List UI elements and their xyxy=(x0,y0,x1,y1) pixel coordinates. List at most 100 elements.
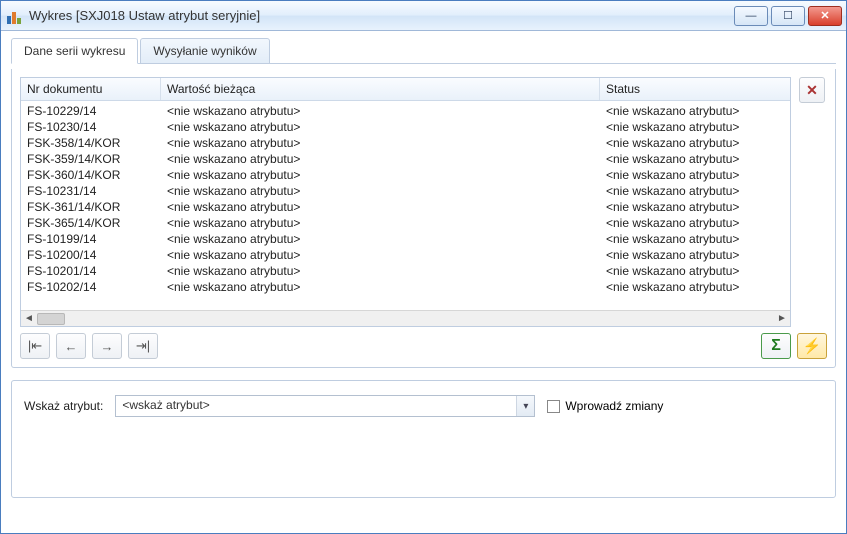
cell-val: <nie wskazano atrybutu> xyxy=(161,247,600,263)
cell-doc: FSK-361/14/KOR xyxy=(21,199,161,215)
cell-doc: FS-10230/14 xyxy=(21,119,161,135)
maximize-button[interactable]: ☐ xyxy=(771,6,805,26)
cell-status: <nie wskazano atrybutu> xyxy=(600,215,790,231)
nav-prev-button[interactable]: ← xyxy=(56,333,86,359)
client-area: Dane serii wykresu Wysyłanie wyników Nr … xyxy=(1,31,846,533)
scroll-left-icon: ◄ xyxy=(24,313,34,324)
cell-status: <nie wskazano atrybutu> xyxy=(600,231,790,247)
attribute-combo-value: <wskaż atrybut> xyxy=(116,396,516,416)
cell-status: <nie wskazano atrybutu> xyxy=(600,279,790,295)
titlebar[interactable]: Wykres [SXJ018 Ustaw atrybut seryjnie] —… xyxy=(1,1,846,31)
window-title: Wykres [SXJ018 Ustaw atrybut seryjnie] xyxy=(29,8,734,23)
scroll-thumb[interactable] xyxy=(37,313,65,325)
table-row[interactable]: FS-10229/14<nie wskazano atrybutu><nie w… xyxy=(21,103,790,119)
checkbox-label: Wprowadź zmiany xyxy=(565,399,663,413)
cell-doc: FS-10229/14 xyxy=(21,103,161,119)
cell-doc: FSK-359/14/KOR xyxy=(21,151,161,167)
cell-val: <nie wskazano atrybutu> xyxy=(161,215,600,231)
nav-first-button[interactable]: |⇤ xyxy=(20,333,50,359)
table-row[interactable]: FS-10230/14<nie wskazano atrybutu><nie w… xyxy=(21,119,790,135)
cell-doc: FS-10199/14 xyxy=(21,231,161,247)
cell-val: <nie wskazano atrybutu> xyxy=(161,119,600,135)
tab-wysylanie-wynikow[interactable]: Wysyłanie wyników xyxy=(140,38,269,64)
nav-next-button[interactable]: → xyxy=(92,333,122,359)
grid-body: FS-10229/14<nie wskazano atrybutu><nie w… xyxy=(21,101,790,310)
maximize-icon: ☐ xyxy=(783,9,793,22)
table-row[interactable]: FSK-365/14/KOR<nie wskazano atrybutu><ni… xyxy=(21,215,790,231)
table-row[interactable]: FSK-358/14/KOR<nie wskazano atrybutu><ni… xyxy=(21,135,790,151)
table-row[interactable]: FS-10200/14<nie wskazano atrybutu><nie w… xyxy=(21,247,790,263)
cell-status: <nie wskazano atrybutu> xyxy=(600,199,790,215)
cell-val: <nie wskazano atrybutu> xyxy=(161,151,600,167)
minimize-button[interactable]: — xyxy=(734,6,768,26)
delete-row-button[interactable]: ✕ xyxy=(799,77,825,103)
data-grid[interactable]: Nr dokumentu Wartość bieżąca Status FS-1… xyxy=(20,77,791,327)
table-row[interactable]: FS-10202/14<nie wskazano atrybutu><nie w… xyxy=(21,279,790,295)
cell-status: <nie wskazano atrybutu> xyxy=(600,119,790,135)
grid-nav-bar: |⇤ ← → ⇥| Σ ⚡ xyxy=(20,327,827,359)
tab-panel: Nr dokumentu Wartość bieżąca Status FS-1… xyxy=(11,69,836,368)
cell-doc: FS-10231/14 xyxy=(21,183,161,199)
cell-status: <nie wskazano atrybutu> xyxy=(600,183,790,199)
table-row[interactable]: FSK-359/14/KOR<nie wskazano atrybutu><ni… xyxy=(21,151,790,167)
attribute-panel: Wskaż atrybut: <wskaż atrybut> ▾ Wprowad… xyxy=(11,380,836,498)
first-icon: |⇤ xyxy=(28,338,42,354)
cell-val: <nie wskazano atrybutu> xyxy=(161,167,600,183)
checkbox-box[interactable] xyxy=(547,400,560,413)
cell-doc: FS-10200/14 xyxy=(21,247,161,263)
cell-val: <nie wskazano atrybutu> xyxy=(161,279,600,295)
cell-status: <nie wskazano atrybutu> xyxy=(600,167,790,183)
table-row[interactable]: FS-10231/14<nie wskazano atrybutu><nie w… xyxy=(21,183,790,199)
cell-status: <nie wskazano atrybutu> xyxy=(600,151,790,167)
execute-button[interactable]: ⚡ xyxy=(797,333,827,359)
sum-button[interactable]: Σ xyxy=(761,333,791,359)
side-action-bar: ✕ xyxy=(799,77,827,327)
delete-icon: ✕ xyxy=(806,82,818,99)
cell-doc: FSK-360/14/KOR xyxy=(21,167,161,183)
table-row[interactable]: FS-10199/14<nie wskazano atrybutu><nie w… xyxy=(21,231,790,247)
grid-header: Nr dokumentu Wartość bieżąca Status xyxy=(21,78,790,101)
attribute-combo[interactable]: <wskaż atrybut> ▾ xyxy=(115,395,535,417)
col-header-doc[interactable]: Nr dokumentu xyxy=(21,78,161,100)
cell-val: <nie wskazano atrybutu> xyxy=(161,199,600,215)
cell-doc: FS-10202/14 xyxy=(21,279,161,295)
col-header-val[interactable]: Wartość bieżąca xyxy=(161,78,600,100)
close-icon: ✕ xyxy=(820,9,829,22)
close-button[interactable]: ✕ xyxy=(808,6,842,26)
minimize-icon: — xyxy=(746,10,757,22)
tab-strip: Dane serii wykresu Wysyłanie wyników xyxy=(11,37,836,64)
cell-val: <nie wskazano atrybutu> xyxy=(161,103,600,119)
cell-status: <nie wskazano atrybutu> xyxy=(600,247,790,263)
cell-status: <nie wskazano atrybutu> xyxy=(600,263,790,279)
table-row[interactable]: FS-10201/14<nie wskazano atrybutu><nie w… xyxy=(21,263,790,279)
cell-status: <nie wskazano atrybutu> xyxy=(600,103,790,119)
attribute-combo-arrow[interactable]: ▾ xyxy=(516,396,534,416)
cell-doc: FSK-358/14/KOR xyxy=(21,135,161,151)
scroll-right-icon: ► xyxy=(777,313,787,324)
table-row[interactable]: FSK-361/14/KOR<nie wskazano atrybutu><ni… xyxy=(21,199,790,215)
nav-last-button[interactable]: ⇥| xyxy=(128,333,158,359)
window-buttons: — ☐ ✕ xyxy=(734,6,842,26)
sigma-icon: Σ xyxy=(771,337,781,355)
scroll-right-button[interactable]: ► xyxy=(774,312,790,326)
apply-changes-checkbox[interactable]: Wprowadź zmiany xyxy=(547,399,663,413)
cell-val: <nie wskazano atrybutu> xyxy=(161,231,600,247)
cell-doc: FSK-365/14/KOR xyxy=(21,215,161,231)
scroll-track[interactable] xyxy=(37,312,774,326)
cell-val: <nie wskazano atrybutu> xyxy=(161,263,600,279)
grid-horizontal-scrollbar[interactable]: ◄ ► xyxy=(21,310,790,326)
chevron-down-icon: ▾ xyxy=(523,401,528,412)
scroll-left-button[interactable]: ◄ xyxy=(21,312,37,326)
table-row[interactable]: FSK-360/14/KOR<nie wskazano atrybutu><ni… xyxy=(21,167,790,183)
col-header-status[interactable]: Status xyxy=(600,78,790,100)
cell-val: <nie wskazano atrybutu> xyxy=(161,183,600,199)
next-icon: → xyxy=(101,339,114,354)
last-icon: ⇥| xyxy=(136,338,150,354)
attribute-label: Wskaż atrybut: xyxy=(24,399,103,413)
window: Wykres [SXJ018 Ustaw atrybut seryjnie] —… xyxy=(0,0,847,534)
cell-val: <nie wskazano atrybutu> xyxy=(161,135,600,151)
bolt-icon: ⚡ xyxy=(803,337,822,355)
tab-dane-serii[interactable]: Dane serii wykresu xyxy=(11,38,138,64)
cell-status: <nie wskazano atrybutu> xyxy=(600,135,790,151)
app-icon xyxy=(7,8,23,24)
